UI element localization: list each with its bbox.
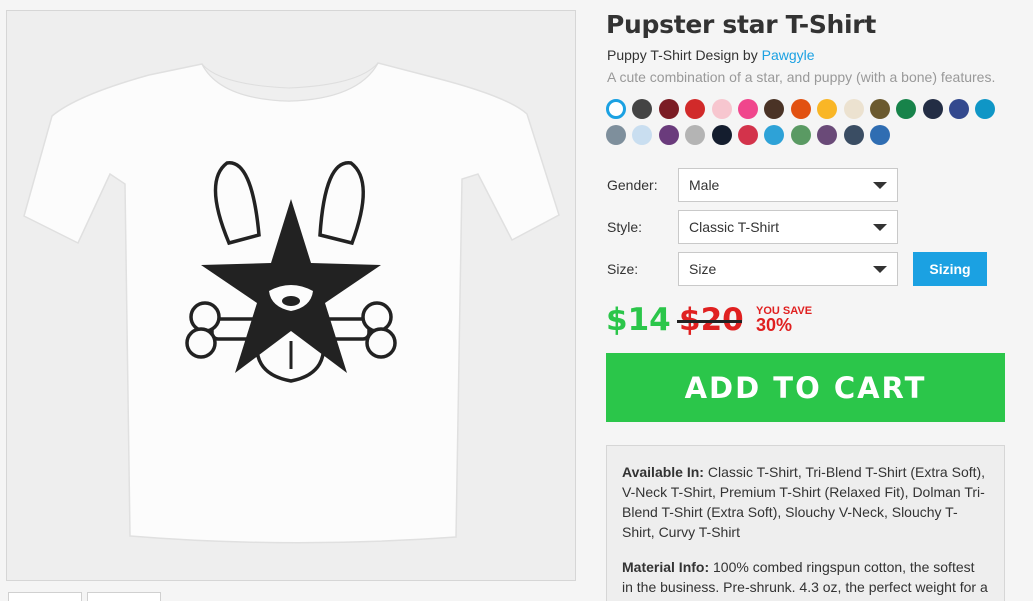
product-title: Pupster star T-Shirt — [606, 10, 876, 39]
chevron-down-icon — [873, 224, 887, 231]
color-swatch[interactable] — [764, 99, 785, 119]
style-value: Classic T-Shirt — [689, 219, 779, 235]
color-swatch[interactable] — [737, 99, 758, 119]
color-swatch[interactable] — [896, 99, 917, 119]
gender-select[interactable]: Male — [678, 168, 898, 202]
color-swatch[interactable] — [658, 99, 679, 119]
color-swatch[interactable] — [632, 125, 653, 145]
chevron-down-icon — [873, 182, 887, 189]
color-swatch[interactable] — [949, 99, 970, 119]
size-label: Size: — [607, 261, 639, 277]
color-swatch[interactable] — [843, 125, 864, 145]
color-swatch[interactable] — [711, 125, 732, 145]
artist-link[interactable]: Pawgyle — [762, 47, 815, 63]
style-label: Style: — [607, 219, 643, 235]
add-to-cart-button[interactable]: ADD TO CART — [606, 353, 1005, 422]
color-swatch[interactable] — [685, 99, 706, 119]
color-swatch[interactable] — [658, 125, 679, 145]
color-swatch[interactable] — [922, 99, 943, 119]
color-swatch[interactable] — [606, 99, 626, 119]
gender-value: Male — [689, 177, 720, 193]
color-swatch[interactable] — [869, 125, 890, 145]
color-swatch[interactable] — [843, 99, 864, 119]
available-in-text: Available In: Classic T-Shirt, Tri-Blend… — [622, 462, 989, 542]
product-image[interactable] — [6, 10, 576, 581]
material-info-text: Material Info: 100% combed ringspun cott… — [622, 557, 989, 597]
size-value: Size — [689, 261, 717, 277]
color-swatch[interactable] — [975, 99, 996, 119]
you-save-percent: 30% — [756, 315, 793, 335]
color-swatch[interactable] — [869, 99, 890, 119]
color-swatch[interactable] — [764, 125, 785, 145]
color-swatch[interactable] — [711, 99, 732, 119]
current-price: $14 — [606, 302, 671, 338]
color-swatch[interactable] — [632, 99, 653, 119]
product-description: A cute combination of a star, and puppy … — [607, 69, 996, 85]
material-info-label: Material Info: — [622, 559, 710, 575]
byline-prefix: Puppy T-Shirt Design by — [607, 47, 762, 63]
color-swatch[interactable] — [817, 99, 838, 119]
color-swatches — [606, 99, 1006, 151]
thumbnail-2[interactable] — [87, 592, 161, 601]
swatch-row-2 — [606, 125, 1006, 145]
sizing-button[interactable]: Sizing — [913, 252, 987, 286]
color-swatch[interactable] — [790, 99, 811, 119]
color-swatch[interactable] — [685, 125, 706, 145]
tshirt-illustration — [23, 62, 560, 544]
swatch-row-1 — [606, 99, 1006, 119]
price-strikethrough — [677, 320, 742, 323]
chevron-down-icon — [873, 266, 887, 273]
color-swatch[interactable] — [817, 125, 838, 145]
gender-label: Gender: — [607, 177, 658, 193]
product-byline: Puppy T-Shirt Design by Pawgyle — [607, 47, 815, 63]
size-select[interactable]: Size — [678, 252, 898, 286]
product-info-box: Available In: Classic T-Shirt, Tri-Blend… — [606, 445, 1005, 601]
color-swatch[interactable] — [790, 125, 811, 145]
style-select[interactable]: Classic T-Shirt — [678, 210, 898, 244]
color-swatch[interactable] — [606, 125, 626, 145]
thumbnail-1[interactable] — [8, 592, 82, 601]
color-swatch[interactable] — [737, 125, 758, 145]
available-in-label: Available In: — [622, 464, 704, 480]
